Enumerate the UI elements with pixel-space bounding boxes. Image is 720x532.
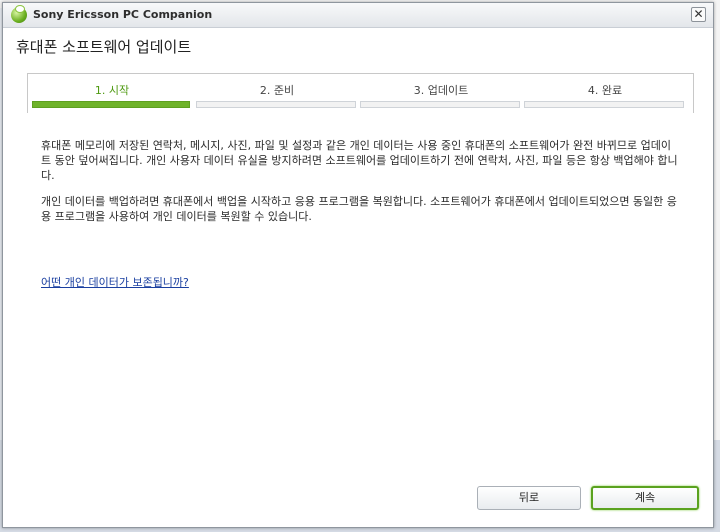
info-paragraph-2: 개인 데이터를 백업하려면 휴대폰에서 백업을 시작하고 응용 프로그램을 복원… [41,195,677,223]
close-icon: ✕ [693,7,704,21]
page-title: 휴대폰 소프트웨어 업데이트 [16,38,192,56]
step-label-start: 1. 시작 [94,84,130,97]
step-label-complete: 4. 완료 [587,84,623,97]
wizard-progress-frame [27,73,694,74]
app-logo-icon [11,5,27,23]
window-title: Sony Ericsson PC Companion [33,8,213,21]
step-label-update: 3. 업데이트 [413,84,469,97]
step-bar-start [32,101,190,108]
step-bar-complete [524,101,684,108]
continue-button[interactable]: 계속 [591,486,699,510]
info-paragraph-1: 휴대폰 메모리에 저장된 연락처, 메시지, 사진, 파일 및 설정과 같은 개… [41,139,678,182]
back-button[interactable]: 뒤로 [477,486,581,510]
dialog-window: Sony Ericsson PC Companion ✕ 휴대폰 소프트웨어 업… [2,2,714,528]
step-bar-update [360,101,520,108]
close-button[interactable]: ✕ [691,7,706,22]
data-preserved-help-link[interactable]: 어떤 개인 데이터가 보존됩니까? [41,274,189,290]
wizard-frame-left [27,73,28,113]
title-bar[interactable]: Sony Ericsson PC Companion ✕ [3,3,713,28]
step-bar-prepare [196,101,356,108]
step-label-prepare: 2. 준비 [259,84,295,97]
wizard-frame-right [693,73,694,113]
